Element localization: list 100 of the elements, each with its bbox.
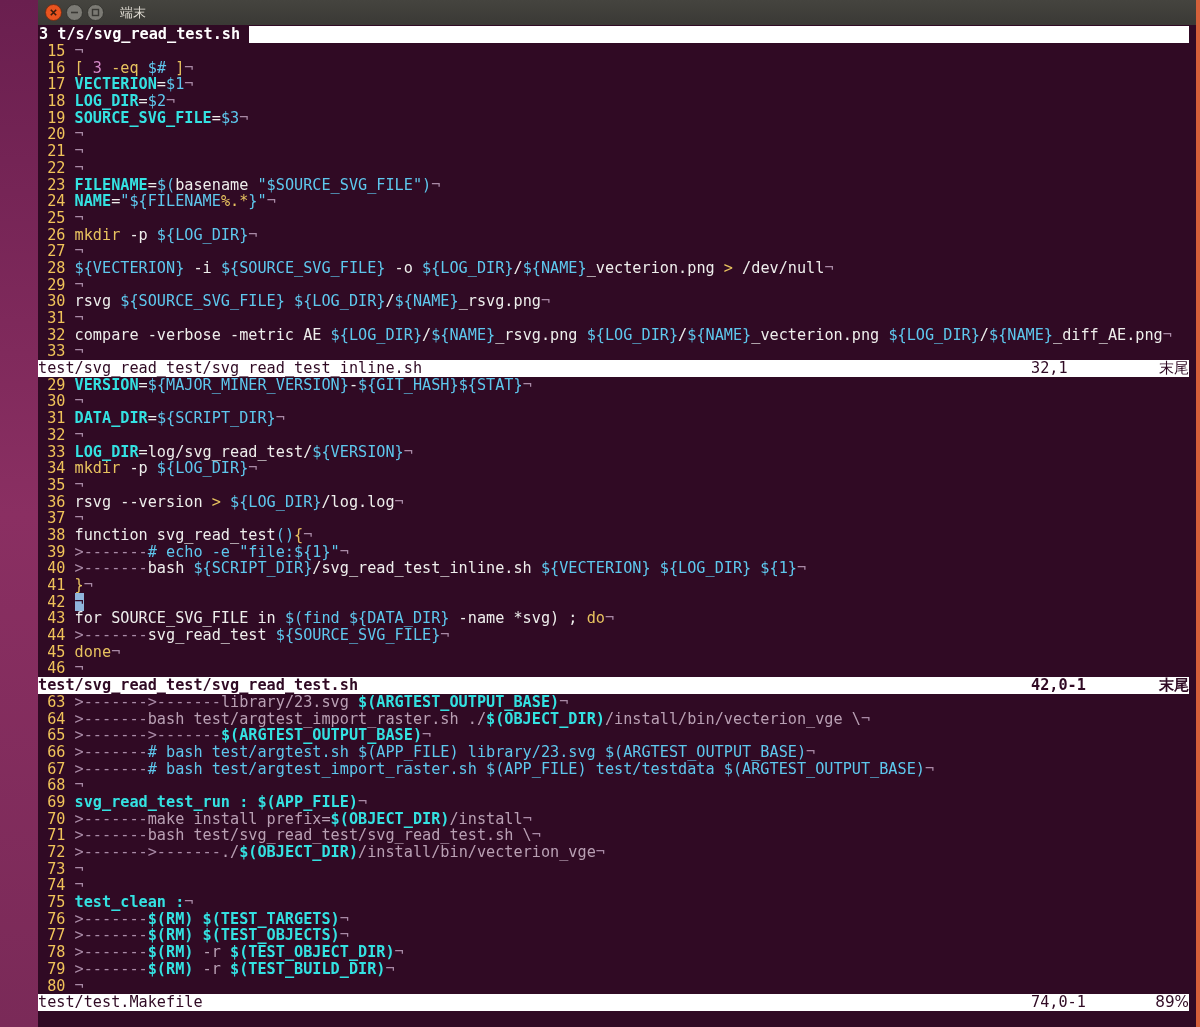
code-line: DATA_DIR=${SCRIPT_DIR}¬	[74, 410, 285, 427]
line-number: 18	[46, 93, 66, 110]
code-line: svg_read_test_run : $(APP_FILE)¬	[74, 793, 368, 811]
line-number: 40	[46, 560, 66, 577]
line-number: 79	[46, 960, 66, 978]
code-line: ¬	[74, 159, 84, 177]
line-number: 27	[46, 243, 66, 260]
line-number: 78	[46, 944, 66, 961]
line-number: 30	[46, 393, 66, 411]
code-line: >-------$(RM) -r $(TEST_OBJECT_DIR)¬	[74, 944, 404, 961]
code-line: ¬	[74, 860, 84, 878]
line-number: 74	[46, 877, 66, 895]
code-line: >-------$(RM) $(TEST_OBJECTS)¬	[74, 927, 349, 945]
code-line: >-------svg_read_test ${SOURCE_SVG_FILE}¬	[74, 627, 450, 644]
code-line: ¬	[74, 510, 84, 527]
code-line: ¬	[74, 476, 84, 494]
line-number: 26	[46, 226, 66, 244]
minimize-icon[interactable]	[66, 4, 83, 21]
code-line: rsvg --version > ${LOG_DIR}/log.log¬	[74, 493, 404, 511]
line-number: 23	[46, 176, 66, 194]
code-line: FILENAME=$(basename "$SOURCE_SVG_FILE")¬	[74, 176, 441, 194]
line-number: 64	[46, 710, 66, 728]
code-line: LOG_DIR=$2¬	[74, 93, 176, 110]
maximize-icon[interactable]	[87, 4, 104, 21]
line-number: 33	[46, 443, 66, 461]
code-line: ¬	[74, 243, 84, 260]
code-line: ¬	[74, 209, 84, 227]
line-number: 44	[46, 627, 66, 644]
line-number: 69	[46, 793, 66, 811]
code-line: mkdir -p ${LOG_DIR}¬	[74, 226, 258, 244]
line-number: 65	[46, 727, 66, 744]
close-icon[interactable]	[45, 4, 62, 21]
scroll-position: 末尾	[1158, 360, 1189, 377]
code-line: NAME="${FILENAME%.*}"¬	[74, 193, 276, 210]
code-line: >------->-------$(ARGTEST_OUTPUT_BASE)¬	[74, 727, 432, 744]
cursor-position: 42,0-1	[1031, 677, 1087, 694]
code-line: compare -verbose -metric AE ${LOG_DIR}/${NAME}_rsvg.png ${LOG_DIR}/${NAME}_vecterion.png ${LOG_DIR}/${NAME}_diff_AE.png¬	[74, 326, 1172, 344]
line-number: 38	[46, 526, 66, 544]
window-title: 端末	[120, 3, 146, 22]
code-line: ¬	[74, 777, 84, 794]
code-line: >-------# echo -e "file:${1}"¬	[74, 543, 349, 561]
line-number: 16	[46, 59, 66, 77]
line-number: 19	[46, 109, 66, 127]
code-line: ¬	[74, 393, 84, 411]
line-number: 73	[46, 860, 66, 878]
code-line: ¬	[74, 426, 84, 444]
line-number: 80	[46, 977, 66, 995]
line-number: 43	[46, 610, 66, 628]
line-number: 39	[46, 543, 66, 561]
line-number: 22	[46, 159, 66, 177]
code-line: ¬	[74, 126, 84, 144]
file-name: test/svg_read_test/svg_read_test.sh	[38, 677, 360, 694]
line-number: 70	[46, 810, 66, 828]
line-number: 31	[46, 410, 66, 427]
line-number: 46	[46, 660, 66, 678]
line-number: 63	[47, 693, 66, 711]
code-line: function svg_read_test(){¬	[74, 526, 313, 544]
line-number: 17	[46, 76, 66, 94]
line-number: 37	[46, 510, 66, 527]
code-line: ¬	[74, 977, 84, 995]
code-line: }¬	[74, 577, 93, 594]
line-number: 20	[46, 126, 66, 144]
code-line: >------->-------library/23.svg $(ARGTEST_OUTPUT_BASE)¬	[74, 693, 569, 711]
line-number: 71	[46, 827, 66, 844]
line-number: 42	[46, 593, 66, 611]
code-line: [ 3 -eq $# ]¬	[74, 59, 194, 77]
line-number: 34	[46, 460, 66, 477]
code-line: mkdir -p ${LOG_DIR}¬	[74, 460, 258, 477]
code-line: SOURCE_SVG_FILE=$3¬	[74, 109, 249, 127]
code-line: >------->-------./$(OBJECT_DIR)/install/bin/vecterion_vge¬	[74, 844, 605, 861]
code-line: ¬	[74, 343, 84, 361]
line-number: 25	[46, 209, 66, 227]
line-number: 30	[46, 293, 66, 310]
line-number: 21	[46, 143, 66, 160]
file-name: test/svg_read_test/svg_read_test_inline.sh	[38, 360, 424, 377]
code-line: >-------$(RM) -r $(TEST_BUILD_DIR)¬	[74, 960, 395, 978]
scroll-position: 末尾	[1158, 677, 1189, 694]
code-line: rsvg ${SOURCE_SVG_FILE} ${LOG_DIR}/${NAME}_rsvg.png¬	[74, 293, 551, 310]
line-number: 29	[47, 376, 66, 394]
line-number: 31	[46, 310, 66, 327]
line-number: 68	[46, 777, 66, 794]
code-line: ¬	[74, 43, 84, 60]
line-number: 75	[46, 894, 66, 911]
code-line: >-------# bash test/argtest_import_raster.sh $(APP_FILE) test/testdata $(ARGTEST_OUTPUT_BASE)¬	[74, 760, 935, 778]
code-line: ${VECTERION} -i ${SOURCE_SVG_FILE} -o ${LOG_DIR}/${NAME}_vecterion.png > /dev/null¬	[74, 259, 834, 277]
code-line: >-------bash test/svg_read_test/svg_read_test.sh \¬	[74, 827, 541, 844]
line-number: 32	[46, 426, 66, 444]
code-line: >-------bash test/argtest_import_raster.sh ./$(OBJECT_DIR)/install/bin/vecterion_vge \¬	[74, 710, 871, 728]
line-number: 24	[46, 193, 66, 210]
code-line: >-------$(RM) $(TEST_TARGETS)¬	[74, 910, 349, 928]
line-number: 45	[46, 643, 66, 661]
line-number: 28	[46, 259, 66, 277]
code-line: VERSION=${MAJOR_MINER_VERSION}-${GIT_HASH}${STAT}¬	[74, 376, 532, 394]
line-number: 35	[46, 476, 66, 494]
code-line: >-------make install prefix=$(OBJECT_DIR)/install¬	[74, 810, 532, 828]
code-line: test_clean :¬	[74, 894, 194, 911]
line-number: 77	[46, 927, 66, 945]
code-line: >-------bash ${SCRIPT_DIR}/svg_read_test_inline.sh ${VECTERION} ${LOG_DIR} ${1}¬	[74, 560, 807, 577]
line-number: 67	[46, 760, 66, 778]
code-line: ¬	[74, 660, 84, 678]
